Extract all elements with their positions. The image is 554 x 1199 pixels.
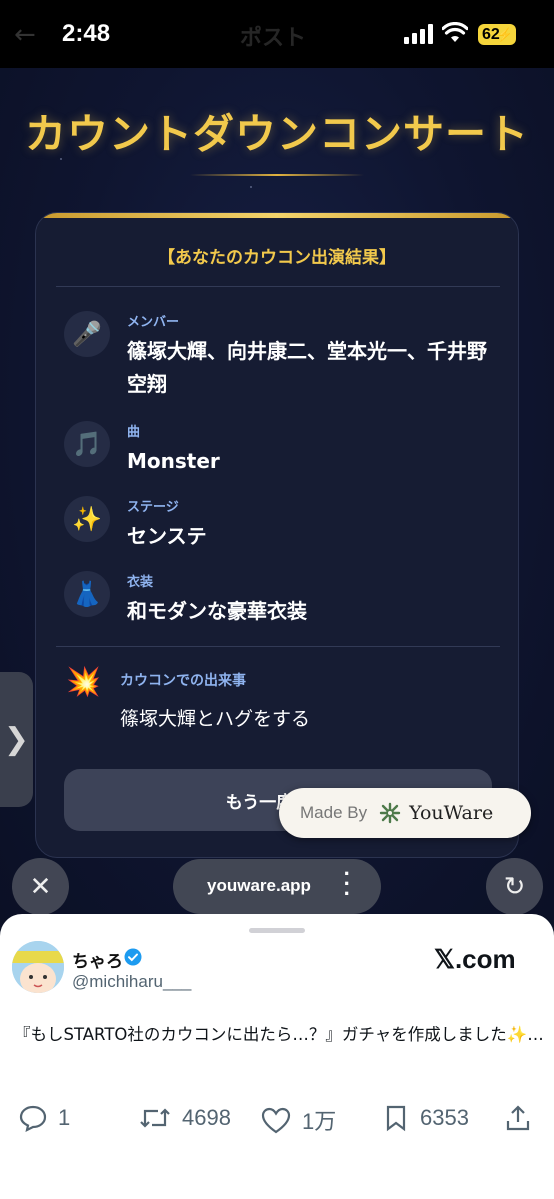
sparkles-icon: ✨ <box>64 496 110 542</box>
result-card: 【あなたのカウコン出演結果】 🎤 メンバー 篠塚大輝、向井康二、堂本光一、千井野… <box>35 212 519 858</box>
title-underline <box>190 174 364 176</box>
back-arrow-icon[interactable]: ← <box>14 20 36 50</box>
made-by-youware-badge[interactable]: Made By YouWare <box>279 788 531 838</box>
card-header: 【あなたのカウコン出演結果】 <box>158 248 396 268</box>
concert-title: カウントダウンコンサート <box>25 110 529 158</box>
microphone-icon: 🎤 <box>64 311 110 357</box>
reply-icon <box>19 1105 47 1132</box>
event-label: カウコンでの出来事 <box>120 673 246 689</box>
star-decoration <box>250 186 252 188</box>
display-name[interactable]: ちゃろ <box>72 947 123 972</box>
share-button[interactable] <box>504 1104 542 1132</box>
event-value: 篠塚大輝とハグをする <box>120 708 311 730</box>
bookmark-count: 6353 <box>420 1105 469 1130</box>
battery-indicator: 62 ⚡ <box>478 24 516 45</box>
item-label: 衣装 <box>127 575 154 590</box>
reload-button[interactable]: ↻ <box>486 858 543 915</box>
tweet-text[interactable]: 『もしSTARTO社のカウコンに出たら…？』ガチャを作成しました✨… <box>14 1020 544 1050</box>
music-notes-icon: 🎵 <box>64 421 110 467</box>
wifi-icon <box>442 22 468 42</box>
side-expand-tab[interactable]: ❯ <box>0 672 33 807</box>
divider <box>56 286 500 287</box>
like-button[interactable]: 1万 <box>260 1104 336 1136</box>
item-value: センステ <box>127 524 207 548</box>
page-title: ポスト <box>240 26 307 51</box>
share-icon <box>506 1105 530 1131</box>
item-value: Monster <box>127 449 220 473</box>
status-time: 2:48 <box>62 20 111 47</box>
more-options-icon[interactable]: · · · <box>344 863 351 905</box>
cellular-signal-icon <box>404 24 433 44</box>
item-label: ステージ <box>127 500 179 515</box>
youware-brand: YouWare <box>409 802 494 824</box>
avatar-illustration <box>12 941 64 993</box>
url-text: youware.app <box>207 876 311 895</box>
retweet-button[interactable]: 4698 <box>138 1104 231 1132</box>
webview: カウントダウンコンサート 【あなたのカウコン出演結果】 🎤 メンバー 篠塚大輝、… <box>0 68 554 920</box>
verified-badge-icon <box>124 948 142 966</box>
divider <box>56 646 500 647</box>
tweet-sheet: ちゃろ @michiharu___ 𝕏.com 『もしSTARTO社のカウコンに… <box>0 914 554 1199</box>
item-label: 曲 <box>127 425 141 440</box>
sheet-grabber[interactable] <box>249 928 305 933</box>
item-value: 篠塚大輝、向井康二、堂本光一、千井野空翔 <box>127 339 487 396</box>
close-button[interactable]: ✕ <box>12 858 69 915</box>
like-count: 1万 <box>302 1109 337 1134</box>
reply-count: 1 <box>58 1105 71 1130</box>
dress-icon: 👗 <box>64 571 110 617</box>
avatar[interactable] <box>12 941 64 993</box>
explosion-icon: 💥 <box>66 665 101 698</box>
item-label: メンバー <box>127 315 180 330</box>
item-value: 和モダンな豪華衣装 <box>127 599 307 623</box>
status-bar: ← 2:48 ポスト 62 ⚡ <box>0 0 554 68</box>
youware-logo-icon <box>379 802 401 824</box>
charging-bolt-icon: ⚡ <box>496 27 513 42</box>
made-by-label: Made By <box>300 803 368 822</box>
retweet-icon <box>140 1108 170 1128</box>
heart-icon <box>261 1107 291 1134</box>
x-logo-link[interactable]: 𝕏.com <box>434 944 516 975</box>
bookmark-icon <box>386 1105 406 1132</box>
user-handle[interactable]: @michiharu___ <box>72 972 191 992</box>
url-bar[interactable]: youware.app · · · <box>173 859 381 914</box>
reply-button[interactable]: 1 <box>18 1104 70 1132</box>
bookmark-button[interactable]: 6353 <box>382 1104 469 1132</box>
retweet-count: 4698 <box>182 1105 231 1130</box>
card-gold-border <box>36 213 518 218</box>
